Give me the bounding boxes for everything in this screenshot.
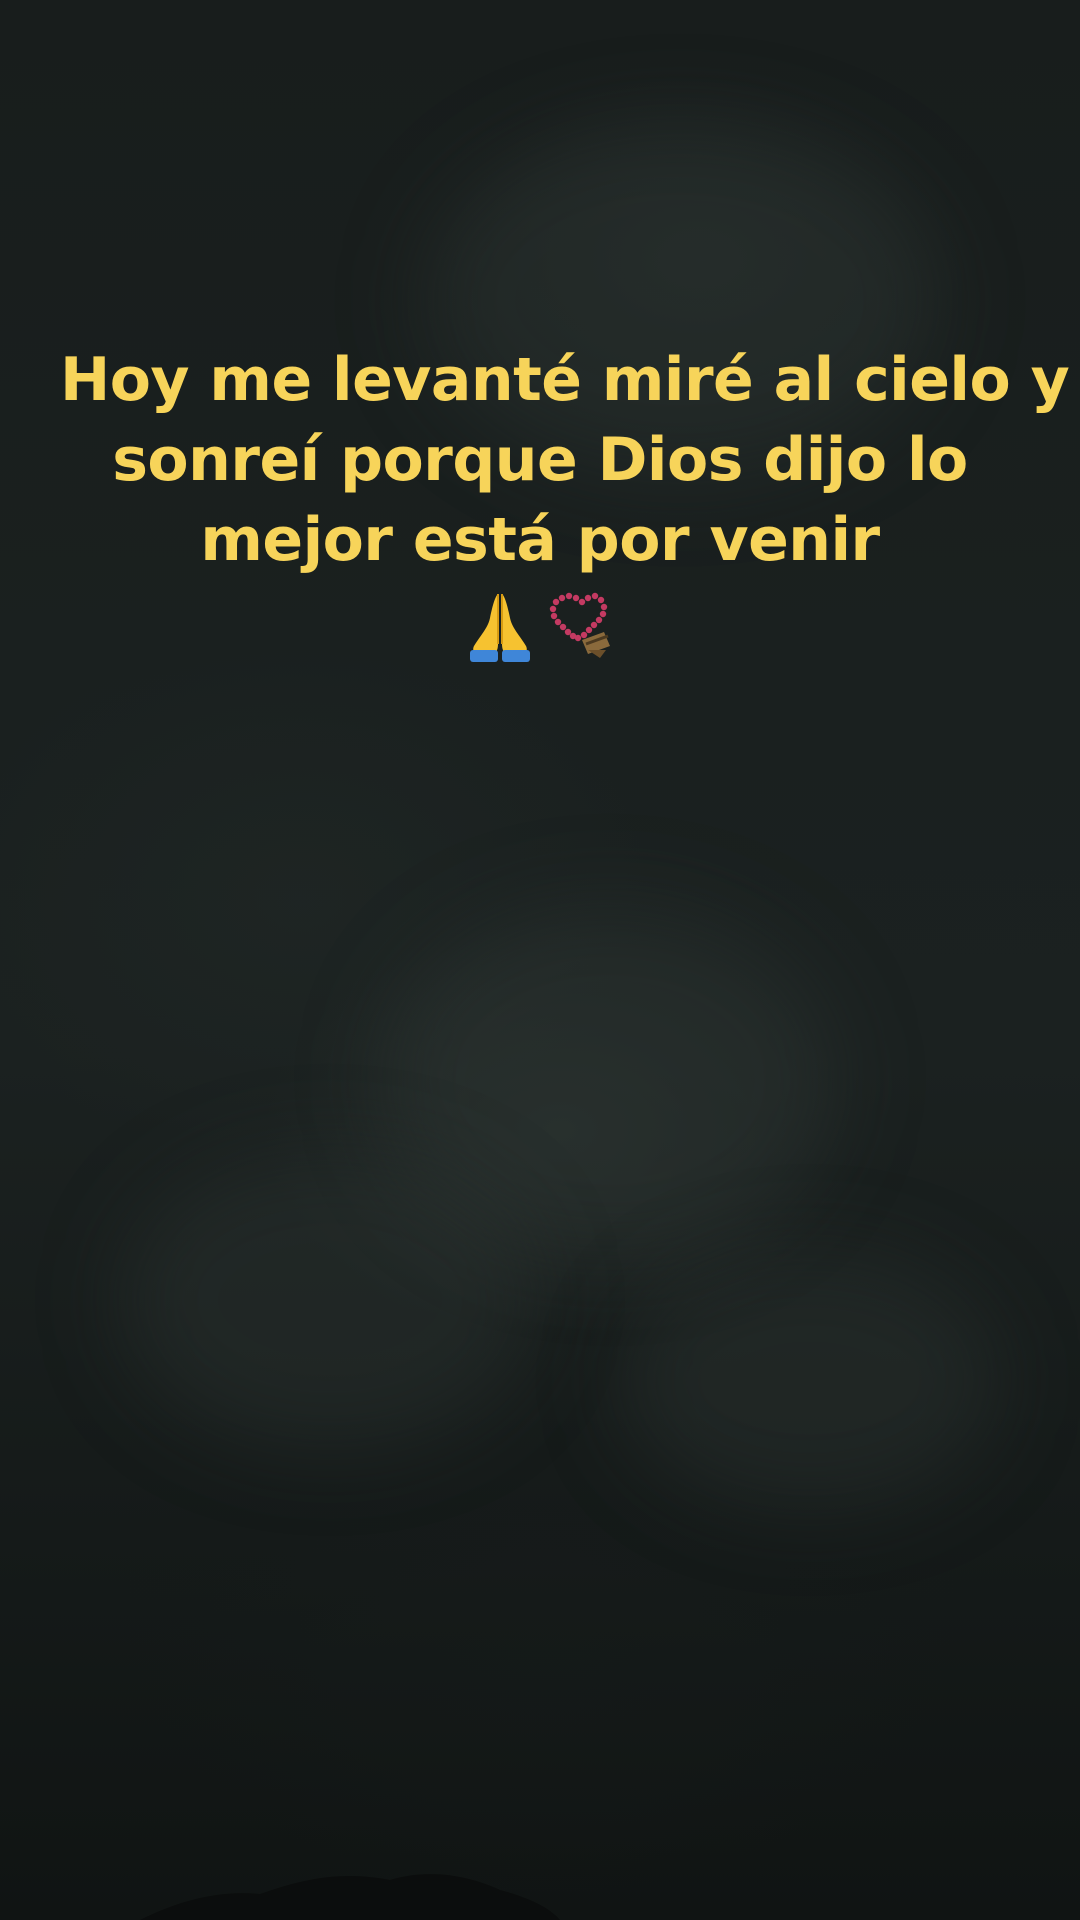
- tree-silhouette: [140, 1874, 560, 1920]
- praying-hands-icon: [470, 594, 530, 662]
- cloud: [120, 1150, 540, 1450]
- caption-line: Hoy me levanté miré al cielo y: [60, 345, 1070, 415]
- background-photo: Hoy me levanté miré al cielo y sonreí po…: [0, 0, 1080, 1920]
- cloud: [620, 1250, 1000, 1510]
- caption-text: Hoy me levanté miré al cielo y sonreí po…: [60, 340, 1070, 580]
- emoji-row: [0, 588, 1080, 668]
- caption-line: mejor está por venir: [200, 505, 880, 575]
- caption-line: sonreí porque Dios dijo lo: [112, 425, 968, 495]
- prayer-beads-icon: [549, 592, 610, 658]
